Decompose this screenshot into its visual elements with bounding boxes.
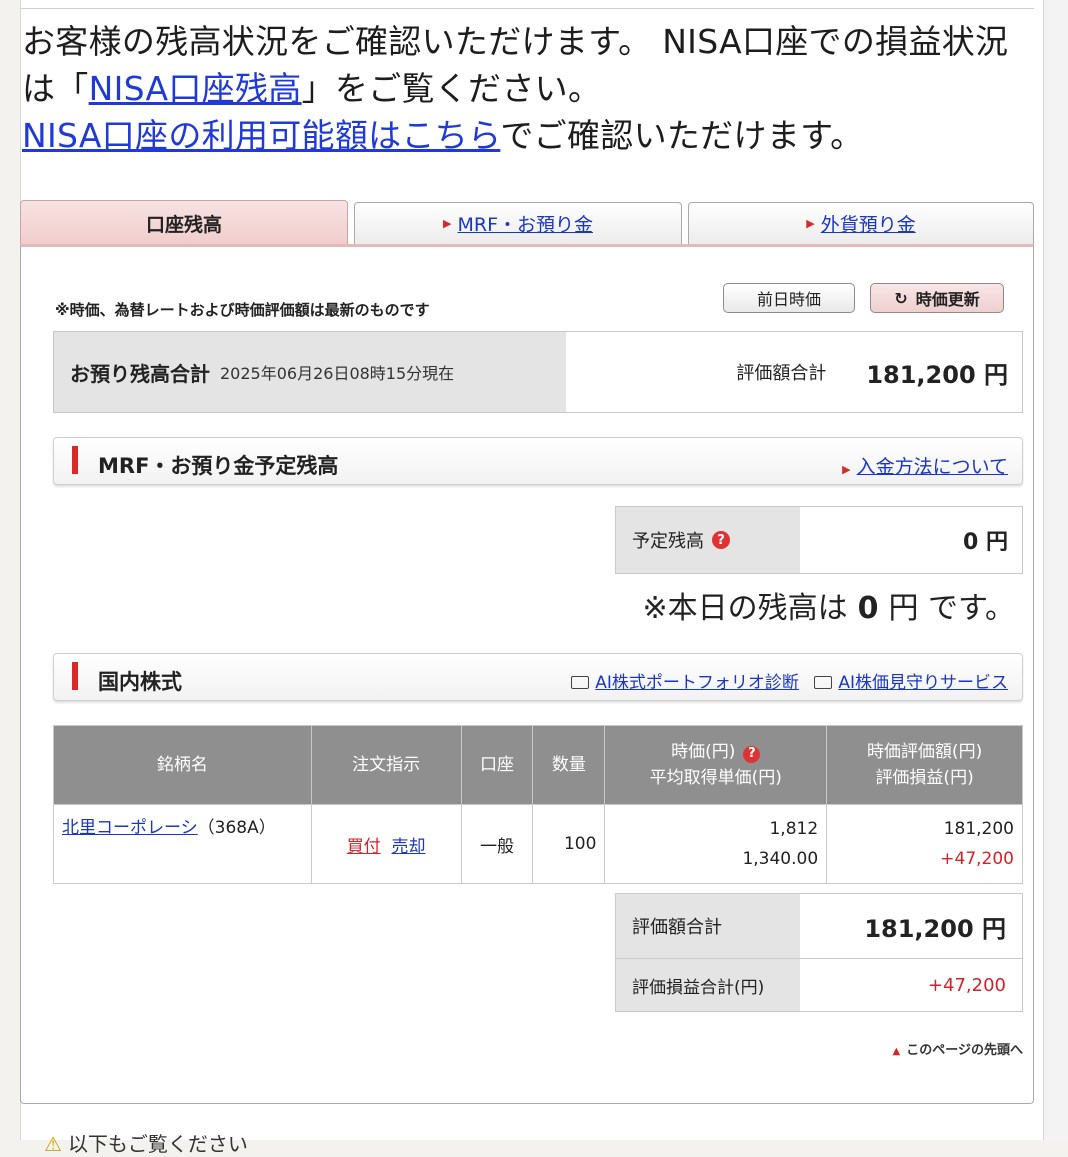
triangle-right-icon: ▶ xyxy=(806,217,815,230)
col-pl-label: 評価損益(円) xyxy=(875,768,974,788)
bottom-note: ⚠ 以下もご覧ください xyxy=(44,1128,248,1157)
today-balance-text: ※本日の残高は 0 円 です。 xyxy=(642,583,1015,627)
deposit-method-link[interactable]: 入金方法について xyxy=(857,456,1008,478)
refresh-icon: ↻ xyxy=(894,288,908,308)
update-price-label: 時価更新 xyxy=(915,290,980,309)
help-icon[interactable]: ? xyxy=(712,531,730,549)
summary-eval-value: 181,200 円 xyxy=(866,360,1008,389)
mrf-section-title: MRF・お預り金予定残高 xyxy=(98,454,339,478)
domestic-stocks-title: 国内株式 xyxy=(98,670,182,694)
tab-account-balance[interactable]: 口座残高 xyxy=(20,200,348,246)
top-divider xyxy=(20,0,1034,9)
col-price-label: 時価(円) xyxy=(671,742,736,762)
col-account: 口座 xyxy=(460,725,534,805)
eval-cell: 181,200 +47,200 xyxy=(826,804,1023,884)
col-order: 注文指示 xyxy=(310,725,462,805)
ai-watch-link[interactable]: AI株価見守りサービス xyxy=(838,673,1008,693)
intro-text-part3: でご確認いただけます。 xyxy=(500,116,864,155)
table-header-row: 銘柄名 注文指示 口座 数量 時価(円)? 平均取得単価(円) 時価評価額(円) 評… xyxy=(53,725,1023,805)
intro-text-part2: 」をご覧ください。 xyxy=(301,69,602,108)
warning-icon: ⚠ xyxy=(44,1132,62,1156)
col-eval-label: 時価評価額(円) xyxy=(866,742,983,762)
ai-links: AI株式ポートフォリオ診断 AI株価見守りサービス xyxy=(571,668,1008,693)
total-pl-label: 評価損益合計(円) xyxy=(616,959,800,1011)
today-suffix: 円 です。 xyxy=(888,591,1015,626)
triangle-right-icon: ▶ xyxy=(842,463,851,476)
nisa-limit-link[interactable]: NISA口座の利用可能額はこちら xyxy=(22,116,500,155)
tab-label[interactable]: MRF・お預り金 xyxy=(457,210,593,237)
bottom-text: 以下もご覧ください xyxy=(67,1132,248,1156)
tab-label: 口座残高 xyxy=(145,214,222,236)
section-marker xyxy=(72,662,78,690)
mrf-section-header: MRF・お預り金予定残高 ▶ 入金方法について xyxy=(53,437,1023,485)
price-note: ※時価、為替レートおよび時価評価額は最新のものです xyxy=(55,301,430,319)
summary-eval-label: 評価額合計 xyxy=(736,363,827,384)
domestic-stocks-header: 国内株式 AI株式ポートフォリオ診断 AI株価見守りサービス xyxy=(53,653,1023,701)
page-top-link-wrap[interactable]: ▲ このページの先頭へ xyxy=(893,1039,1023,1058)
help-icon[interactable]: ? xyxy=(743,745,761,763)
tab-mrf-deposit[interactable]: ▶ MRF・お預り金 xyxy=(354,202,682,244)
col-price: 時価(円)? 平均取得単価(円) xyxy=(604,725,828,805)
scheduled-balance: 予定残高? 0 円 xyxy=(615,506,1023,574)
section-marker xyxy=(72,446,78,474)
order-cell: 買付 売却 xyxy=(310,804,462,884)
scheduled-balance-label: 予定残高 xyxy=(632,531,704,552)
nisa-balance-link[interactable]: NISA口座残高 xyxy=(89,69,302,108)
triangle-up-icon: ▲ xyxy=(892,1046,901,1057)
balance-summary: お預り残高合計 2025年06月26日08時15分現在 評価額合計 181,200 … xyxy=(53,331,1023,413)
stock-name-cell: 北里コーポレーシ（368A） xyxy=(53,804,312,884)
account-cell: 一般 xyxy=(460,804,534,884)
col-avg-label: 平均取得単価(円) xyxy=(649,768,782,788)
price-cell: 1,812 1,340.00 xyxy=(604,804,828,884)
total-eval-value: 181,200 円 xyxy=(864,914,1006,943)
avg-value: 1,340.00 xyxy=(742,849,819,869)
scroll-gutter xyxy=(1046,0,1068,1140)
window-icon xyxy=(814,676,833,689)
col-qty: 数量 xyxy=(532,725,606,805)
scheduled-balance-value: 0 円 xyxy=(963,530,1008,555)
qty-cell: 100 xyxy=(532,804,606,884)
stock-name-link[interactable]: 北里コーポレーシ xyxy=(62,818,198,838)
update-price-button[interactable]: ↻ 時価更新 xyxy=(870,283,1004,313)
tab-bar: 口座残高 ▶ MRF・お預り金 ▶ 外貨預り金 xyxy=(20,200,1034,246)
tab-label[interactable]: 外貨預り金 xyxy=(821,210,916,237)
summary-timestamp: 2025年06月26日08時15分現在 xyxy=(220,364,455,383)
sell-link[interactable]: 売却 xyxy=(392,837,426,857)
total-pl-value: +47,200 xyxy=(927,974,1006,996)
today-value: 0 xyxy=(857,591,879,626)
table-row: 北里コーポレーシ（368A） 買付 売却 一般 100 1,812 1,340.0… xyxy=(53,804,1023,884)
prev-day-price-button[interactable]: 前日時価 xyxy=(723,283,855,313)
stock-code: （368A） xyxy=(197,818,276,838)
triangle-right-icon: ▶ xyxy=(443,217,452,230)
balance-panel: ※時価、為替レートおよび時価評価額は最新のものです 前日時価 ↻ 時価更新 お預り… xyxy=(20,244,1034,1104)
total-eval-label: 評価額合計 xyxy=(616,894,800,958)
window-icon xyxy=(571,676,590,689)
intro-text: お客様の残高状況をご確認いただけます。 NISA口座での損益状況は「NISA口座… xyxy=(22,18,1022,159)
summary-label: お預り残高合計 xyxy=(70,361,210,386)
col-eval: 時価評価額(円) 評価損益(円) xyxy=(826,725,1023,805)
price-value: 1,812 xyxy=(769,819,819,839)
eval-value: 181,200 xyxy=(943,819,1014,839)
page-top-link[interactable]: このページの先頭へ xyxy=(906,1043,1023,1058)
domestic-stocks-table: 銘柄名 注文指示 口座 数量 時価(円)? 平均取得単価(円) 時価評価額(円) 評… xyxy=(53,725,1023,884)
totals-box: 評価額合計 181,200 円 評価損益合計(円) +47,200 xyxy=(615,893,1023,1012)
pl-value: +47,200 xyxy=(940,849,1014,869)
deposit-method-link-wrap: ▶ 入金方法について xyxy=(842,452,1008,479)
buy-link[interactable]: 買付 xyxy=(347,837,381,857)
ai-portfolio-link[interactable]: AI株式ポートフォリオ診断 xyxy=(595,673,799,693)
today-prefix: ※本日の残高は xyxy=(642,591,848,626)
tab-foreign-deposit[interactable]: ▶ 外貨預り金 xyxy=(688,202,1034,244)
col-name: 銘柄名 xyxy=(53,725,312,805)
